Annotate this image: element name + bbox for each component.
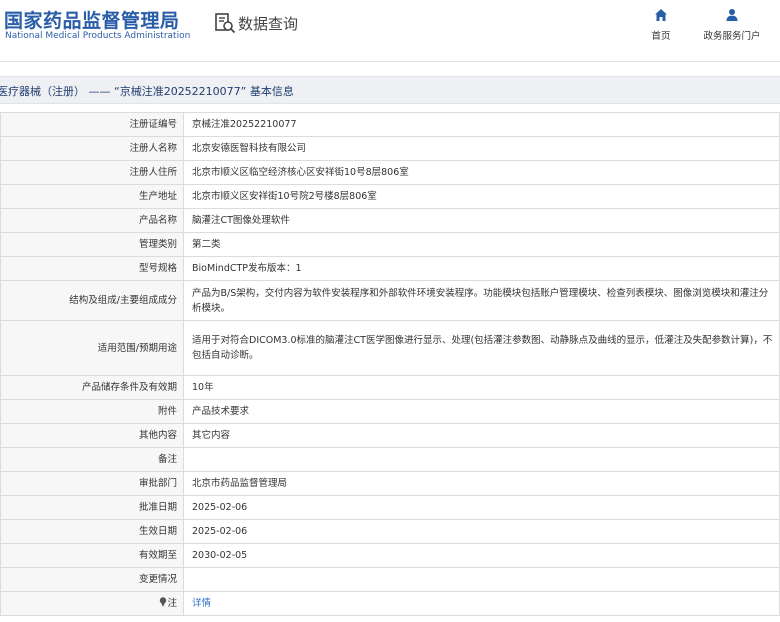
field-value: 2030-02-05 (183, 543, 780, 568)
search-document-icon (215, 13, 236, 34)
field-value: 其它内容 (183, 423, 780, 448)
table-row: 注册证编号 京械注准20252210077 (0, 112, 780, 137)
logo-title-cn[interactable]: 国家药品监督管理局 (4, 6, 180, 33)
field-label: 适用范围/预期用途 (0, 320, 184, 376)
nav-service-portal[interactable]: 政务服务门户 (696, 8, 768, 42)
field-label: 结构及组成/主要组成成分 (0, 280, 184, 321)
field-value (183, 447, 780, 472)
field-label: 变更情况 (0, 567, 184, 592)
table-row: 变更情况 (0, 567, 780, 592)
logo-title-en[interactable]: National Medical Products Administration (5, 31, 190, 41)
field-value: 北京市顺义区临空经济核心区安祥街10号8层806室 (183, 160, 780, 185)
field-label: 附件 (0, 399, 184, 424)
data-query-title: 数据查询 (214, 12, 298, 34)
field-label: 生效日期 (0, 519, 184, 544)
field-label: 批准日期 (0, 495, 184, 520)
field-label: 备注 (0, 447, 184, 472)
field-label: 管理类别 (0, 232, 184, 257)
field-label: 其他内容 (0, 423, 184, 448)
field-label: 审批部门 (0, 471, 184, 496)
table-row: 生产地址 北京市顺义区安祥街10号院2号楼8层806室 (0, 184, 780, 209)
table-row: 型号规格 BioMindCTP发布版本：1 (0, 256, 780, 281)
field-value: 适用于对符合DICOM3.0标准的脑灌注CT医学图像进行显示、处理(包括灌注参数… (183, 320, 780, 376)
field-value: 第二类 (183, 232, 780, 257)
table-row: 适用范围/预期用途 适用于对符合DICOM3.0标准的脑灌注CT医学图像进行显示… (0, 320, 780, 376)
nav-home[interactable]: 首页 (625, 8, 697, 42)
field-value: 2025-02-06 (183, 519, 780, 544)
data-query-label: 数据查询 (238, 14, 299, 33)
table-row: 附件 产品技术要求 (0, 399, 780, 424)
field-value-cell: 详情 (183, 591, 780, 616)
field-label: 型号规格 (0, 256, 184, 281)
field-value: 北京市药品监督管理局 (183, 471, 780, 496)
field-label: 注册人名称 (0, 136, 184, 161)
details-link[interactable]: 详情 (192, 598, 211, 609)
field-label: 注册证编号 (0, 112, 184, 137)
field-value: 产品为B/S架构，交付内容为软件安装程序和外部软件环境安装程序。功能模块包括账户… (183, 280, 780, 321)
field-value: 北京安德医智科技有限公司 (183, 136, 780, 161)
table-row: 注册人名称 北京安德医智科技有限公司 (0, 136, 780, 161)
field-label: 生产地址 (0, 184, 184, 209)
table-row: 批准日期 2025-02-06 (0, 495, 780, 520)
field-value: 京械注准20252210077 (183, 112, 780, 137)
table-row: 管理类别 第二类 (0, 232, 780, 257)
site-header: 国家药品监督管理局 National Medical Products Admi… (0, 0, 780, 62)
home-icon (655, 9, 667, 21)
table-row: 注册人住所 北京市顺义区临空经济核心区安祥街10号8层806室 (0, 160, 780, 185)
breadcrumb-text: 医疗器械（注册） —— “京械注准20252210077” 基本信息 (0, 85, 294, 98)
table-row: 有效期至 2030-02-05 (0, 543, 780, 568)
table-row: 其他内容 其它内容 (0, 423, 780, 448)
table-row: 产品名称 脑灌注CT图像处理软件 (0, 208, 780, 233)
field-value: 2025-02-06 (183, 495, 780, 520)
note-label-cell: 注 (0, 591, 184, 616)
field-value: 产品技术要求 (183, 399, 780, 424)
detail-table: 注册证编号 京械注准20252210077 注册人名称 北京安德医智科技有限公司… (0, 112, 780, 616)
breadcrumb: 医疗器械（注册） —— “京械注准20252210077” 基本信息 (0, 76, 780, 104)
table-row: 结构及组成/主要组成成分 产品为B/S架构，交付内容为软件安装程序和外部软件环境… (0, 280, 780, 321)
field-label: 有效期至 (0, 543, 184, 568)
field-label: 注册人住所 (0, 160, 184, 185)
field-value: 脑灌注CT图像处理软件 (183, 208, 780, 233)
nav-home-label: 首页 (651, 31, 671, 42)
field-value: BioMindCTP发布版本：1 (183, 256, 780, 281)
field-label: 注 (167, 597, 177, 609)
table-row: 备注 (0, 447, 780, 472)
field-value (183, 567, 780, 592)
table-row: 产品储存条件及有效期 10年 (0, 375, 780, 400)
field-value: 10年 (183, 375, 780, 400)
field-label: 产品名称 (0, 208, 184, 233)
table-row: 注 详情 (0, 591, 780, 616)
table-row: 审批部门 北京市药品监督管理局 (0, 471, 780, 496)
table-row: 生效日期 2025-02-06 (0, 519, 780, 544)
field-label: 产品储存条件及有效期 (0, 375, 184, 400)
field-value: 北京市顺义区安祥街10号院2号楼8层806室 (183, 184, 780, 209)
user-icon (726, 9, 738, 21)
nav-service-portal-label: 政务服务门户 (703, 31, 761, 42)
